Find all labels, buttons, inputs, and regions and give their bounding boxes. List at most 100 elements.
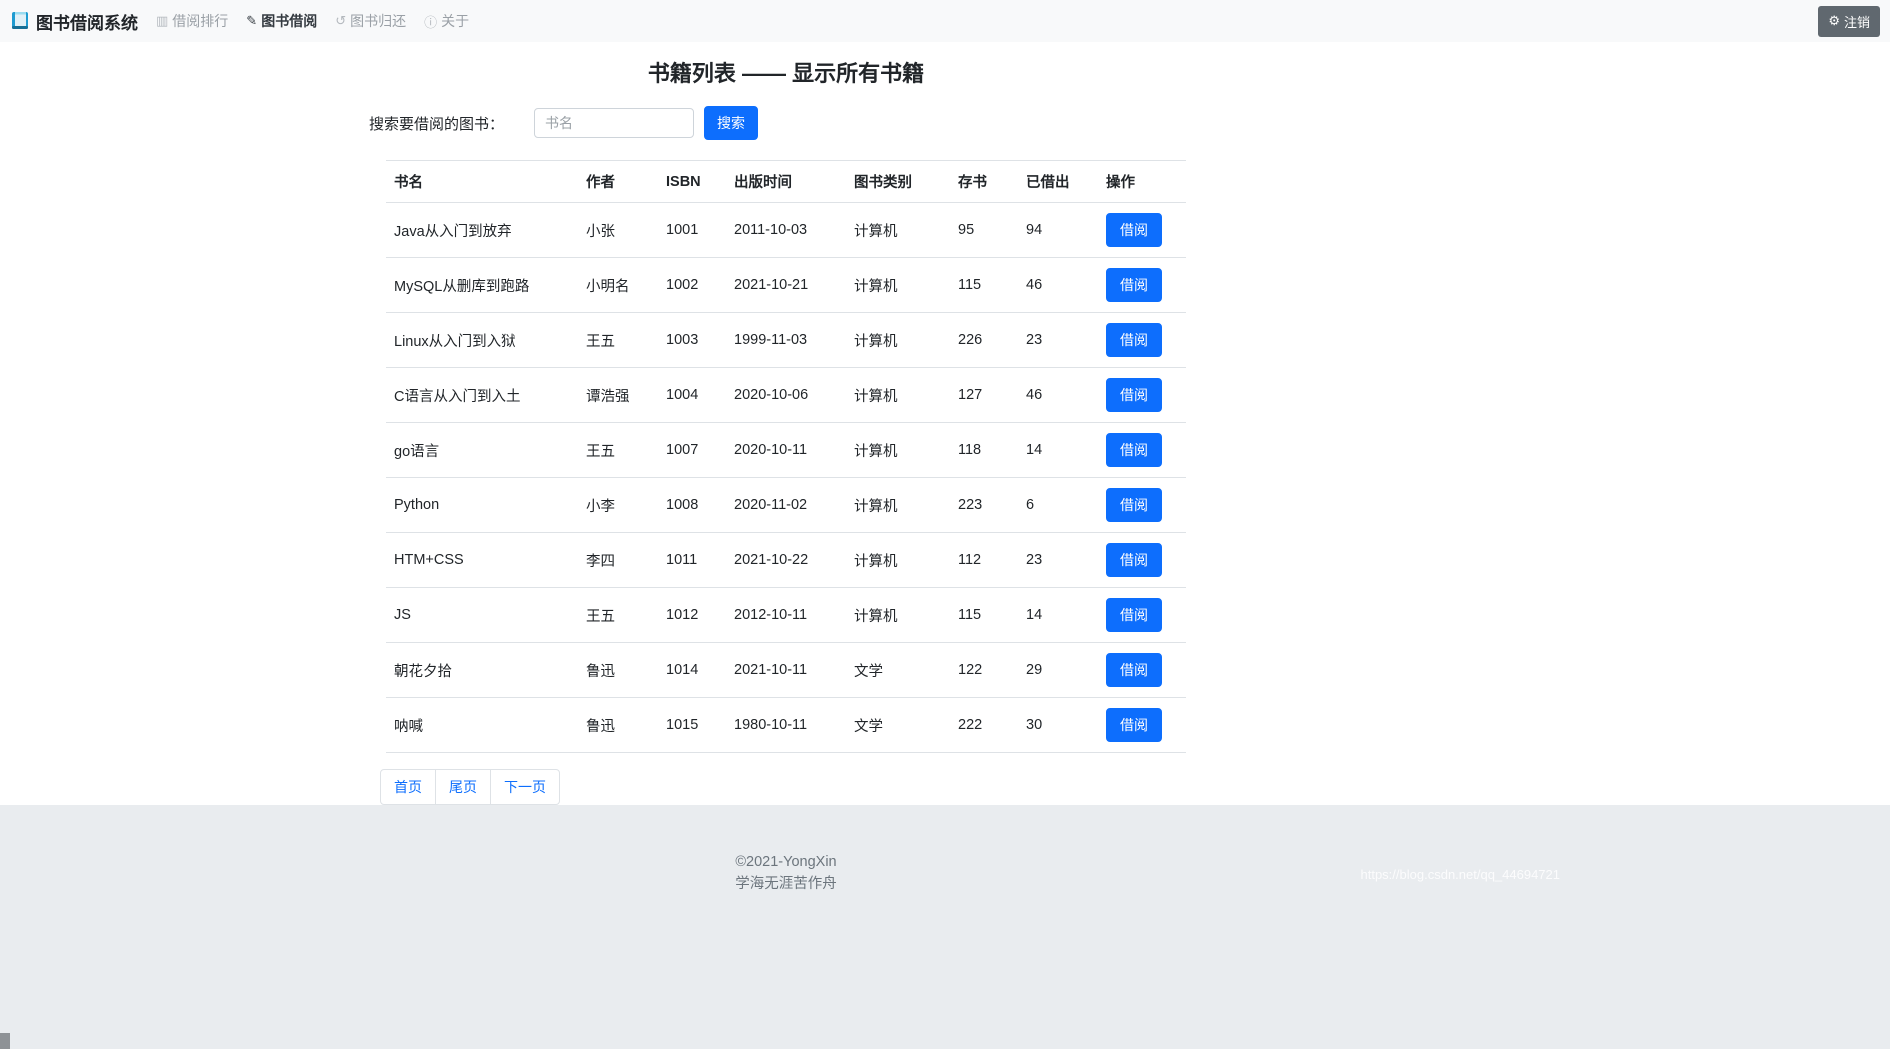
book-table: 书名作者ISBN出版时间图书类别存书已借出操作 Java从入门到放弃小张1001… [386, 160, 1186, 753]
cell-title: Java从入门到放弃 [386, 203, 578, 258]
table-row: JS王五10122012-10-11计算机11514借阅 [386, 588, 1186, 643]
cell-publish_date: 2020-10-11 [726, 423, 846, 478]
table-row: Java从入门到放弃小张10012011-10-03计算机9594借阅 [386, 203, 1186, 258]
cell-action: 借阅 [1098, 313, 1186, 368]
brand[interactable]: 图书借阅系统 [10, 9, 138, 34]
borrow-button[interactable]: 借阅 [1106, 323, 1162, 357]
cell-isbn: 1004 [658, 368, 726, 423]
motto: 学海无涯苦作舟 [386, 873, 1186, 895]
cell-isbn: 1001 [658, 203, 726, 258]
cell-stock: 226 [950, 313, 1018, 368]
cell-action: 借阅 [1098, 533, 1186, 588]
cell-stock: 112 [950, 533, 1018, 588]
cell-stock: 115 [950, 588, 1018, 643]
column-header: 出版时间 [726, 161, 846, 203]
nav-item-about[interactable]: ⓘ关于 [424, 11, 469, 31]
search-input[interactable] [534, 108, 694, 138]
cell-isbn: 1002 [658, 258, 726, 313]
table-row: 呐喊鲁迅10151980-10-11文学22230借阅 [386, 698, 1186, 753]
borrow-button[interactable]: 借阅 [1106, 653, 1162, 687]
borrow-button[interactable]: 借阅 [1106, 378, 1162, 412]
cell-author: 王五 [578, 423, 658, 478]
cell-borrowed: 29 [1018, 643, 1098, 698]
cell-borrowed: 23 [1018, 313, 1098, 368]
book-logo-icon [10, 11, 30, 31]
cell-borrowed: 14 [1018, 423, 1098, 478]
cell-action: 借阅 [1098, 203, 1186, 258]
borrow-button[interactable]: 借阅 [1106, 598, 1162, 632]
table-row: 朝花夕拾鲁迅10142021-10-11文学12229借阅 [386, 643, 1186, 698]
cell-author: 鲁迅 [578, 643, 658, 698]
table-row: C语言从入门到入土谭浩强10042020-10-06计算机12746借阅 [386, 368, 1186, 423]
about-icon: ⓘ [424, 12, 437, 31]
cell-publish_date: 2021-10-11 [726, 643, 846, 698]
table-row: HTM+CSS李四10112021-10-22计算机11223借阅 [386, 533, 1186, 588]
cell-isbn: 1008 [658, 478, 726, 533]
nav-links: ▥借阅排行 ✎图书借阅 ↺图书归还 ⓘ关于 [156, 11, 487, 31]
borrow-button[interactable]: 借阅 [1106, 543, 1162, 577]
gear-icon: ⚙ [1828, 13, 1840, 29]
cell-action: 借阅 [1098, 368, 1186, 423]
main-content: 书籍列表 —— 显示所有书籍 搜索要借阅的图书： 搜索 书名作者ISBN出版时间… [0, 42, 1890, 805]
logout-label: 注销 [1844, 12, 1870, 31]
cell-borrowed: 6 [1018, 478, 1098, 533]
borrow-button[interactable]: 借阅 [1106, 488, 1162, 522]
borrow-icon: ✎ [246, 13, 257, 29]
cell-action: 借阅 [1098, 423, 1186, 478]
nav-item-ranking[interactable]: ▥借阅排行 [156, 11, 228, 31]
cell-borrowed: 46 [1018, 258, 1098, 313]
cell-action: 借阅 [1098, 643, 1186, 698]
cell-stock: 222 [950, 698, 1018, 753]
nav-item-return[interactable]: ↺图书归还 [335, 11, 406, 31]
search-bar: 搜索要借阅的图书： 搜索 [369, 106, 1186, 140]
cell-borrowed: 94 [1018, 203, 1098, 258]
pagination-next[interactable]: 下一页 [490, 769, 560, 805]
cell-borrowed: 23 [1018, 533, 1098, 588]
cell-author: 小明名 [578, 258, 658, 313]
cell-title: 朝花夕拾 [386, 643, 578, 698]
cell-isbn: 1011 [658, 533, 726, 588]
cell-borrowed: 30 [1018, 698, 1098, 753]
borrow-button[interactable]: 借阅 [1106, 708, 1162, 742]
nav-item-borrow[interactable]: ✎图书借阅 [246, 11, 317, 31]
column-header: 作者 [578, 161, 658, 203]
cell-publish_date: 2020-10-06 [726, 368, 846, 423]
cell-title: JS [386, 588, 578, 643]
cell-category: 计算机 [846, 203, 950, 258]
table-row: go语言王五10072020-10-11计算机11814借阅 [386, 423, 1186, 478]
pagination-first[interactable]: 首页 [380, 769, 436, 805]
cell-action: 借阅 [1098, 258, 1186, 313]
column-header: 存书 [950, 161, 1018, 203]
borrow-button[interactable]: 借阅 [1106, 213, 1162, 247]
content-container: 书籍列表 —— 显示所有书籍 搜索要借阅的图书： 搜索 书名作者ISBN出版时间… [386, 56, 1186, 805]
navbar: 图书借阅系统 ▥借阅排行 ✎图书借阅 ↺图书归还 ⓘ关于 ⚙ 注销 [0, 0, 1890, 42]
logout-button[interactable]: ⚙ 注销 [1818, 6, 1880, 37]
cell-isbn: 1015 [658, 698, 726, 753]
nav-item-label: 图书归还 [350, 11, 406, 31]
cell-title: Python [386, 478, 578, 533]
cell-author: 小李 [578, 478, 658, 533]
cell-borrowed: 46 [1018, 368, 1098, 423]
book-table-body: Java从入门到放弃小张10012011-10-03计算机9594借阅MySQL… [386, 203, 1186, 753]
pagination-last[interactable]: 尾页 [435, 769, 491, 805]
cell-category: 计算机 [846, 258, 950, 313]
footer-text: ©2021-YongXin 学海无涯苦作舟 [386, 851, 1186, 896]
cell-stock: 223 [950, 478, 1018, 533]
cell-author: 小张 [578, 203, 658, 258]
cell-publish_date: 1980-10-11 [726, 698, 846, 753]
search-button[interactable]: 搜索 [704, 106, 758, 140]
cell-author: 鲁迅 [578, 698, 658, 753]
ranking-icon: ▥ [156, 13, 168, 29]
nav-item-label: 借阅排行 [172, 11, 228, 31]
cell-title: go语言 [386, 423, 578, 478]
cell-title: HTM+CSS [386, 533, 578, 588]
cell-stock: 127 [950, 368, 1018, 423]
column-header: 已借出 [1018, 161, 1098, 203]
cell-title: Linux从入门到入狱 [386, 313, 578, 368]
borrow-button[interactable]: 借阅 [1106, 268, 1162, 302]
cell-isbn: 1003 [658, 313, 726, 368]
cell-category: 计算机 [846, 313, 950, 368]
copyright: ©2021-YongXin [386, 851, 1186, 873]
cell-action: 借阅 [1098, 698, 1186, 753]
borrow-button[interactable]: 借阅 [1106, 433, 1162, 467]
